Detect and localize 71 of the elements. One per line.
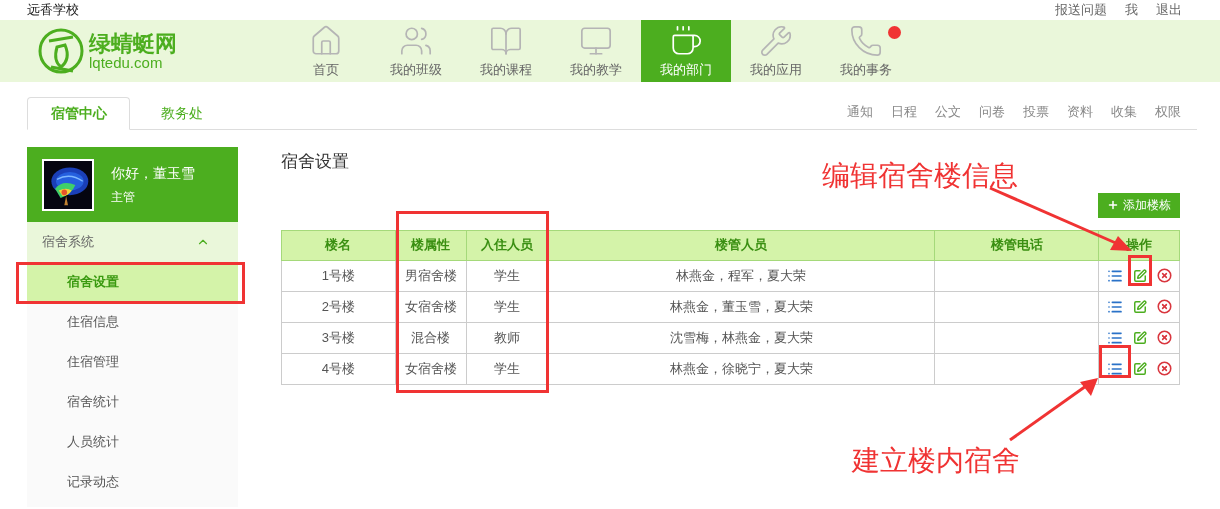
table-cell: 林燕金，徐晓宁，夏大荣 bbox=[548, 353, 935, 384]
top-link[interactable]: 我 bbox=[1125, 0, 1138, 20]
tab[interactable]: 教务处 bbox=[130, 97, 233, 130]
sidebar-item[interactable]: 宿舍统计 bbox=[27, 382, 238, 422]
delete-icon[interactable] bbox=[1156, 268, 1172, 283]
nav-item[interactable]: 我的班级 bbox=[371, 20, 461, 82]
sidebar-item[interactable]: 住宿管理 bbox=[27, 342, 238, 382]
sidebar-item[interactable]: 宿舍设置 bbox=[27, 262, 238, 302]
phone-icon bbox=[849, 23, 883, 58]
module-link[interactable]: 日程 bbox=[891, 101, 917, 121]
edit-icon[interactable] bbox=[1132, 330, 1147, 345]
logo-icon bbox=[37, 27, 85, 75]
top-link[interactable]: 报送问题 bbox=[1055, 0, 1107, 20]
nav-item[interactable]: 我的教学 bbox=[551, 20, 641, 82]
nav-label: 我的部门 bbox=[660, 60, 712, 79]
user-role: 主管 bbox=[111, 189, 136, 206]
home-icon bbox=[309, 23, 343, 58]
sidebar-item[interactable]: 人员统计 bbox=[27, 422, 238, 462]
nav-item[interactable]: 我的应用 bbox=[731, 20, 821, 82]
highlight-frame bbox=[1099, 345, 1131, 378]
annotation-label: 编辑宿舍楼信息 bbox=[822, 159, 1018, 193]
menu-group[interactable]: 宿舍系统 bbox=[27, 222, 238, 262]
module-link[interactable]: 公文 bbox=[935, 101, 961, 121]
table-cell: 林燕金，董玉雪，夏大荣 bbox=[548, 291, 935, 322]
column-header: 楼名 bbox=[281, 230, 396, 260]
table-cell: 沈雪梅，林燕金，夏大荣 bbox=[548, 322, 935, 353]
nav-item[interactable]: 我的部门 bbox=[641, 20, 731, 82]
module-link[interactable]: 投票 bbox=[1023, 101, 1049, 121]
nav-item[interactable]: 首页 bbox=[281, 20, 371, 82]
nav-label: 我的教学 bbox=[570, 60, 622, 79]
column-header: 楼管人员 bbox=[548, 230, 935, 260]
cup-icon bbox=[669, 23, 703, 58]
add-building-button[interactable]: 添加楼栋 bbox=[1098, 192, 1180, 218]
nav-item[interactable]: 我的课程 bbox=[461, 20, 551, 82]
annotation-label: 建立楼内宿舍 bbox=[852, 444, 1020, 478]
module-link[interactable]: 权限 bbox=[1155, 101, 1181, 121]
plus-icon bbox=[1107, 199, 1119, 211]
sidebar-item[interactable]: 记录动态 bbox=[27, 462, 238, 502]
wrench-icon bbox=[759, 23, 793, 58]
logo-name: 绿蜻蜓网 bbox=[89, 32, 177, 55]
tab[interactable]: 宿管中心 bbox=[27, 97, 130, 130]
nav-label: 我的应用 bbox=[750, 60, 802, 79]
table-cell: 2号楼 bbox=[281, 291, 396, 322]
school-name: 远香学校 bbox=[27, 1, 79, 20]
top-link[interactable]: 退出 bbox=[1156, 0, 1182, 20]
table-cell: 林燕金，程军，夏大荣 bbox=[548, 260, 935, 291]
edit-icon[interactable] bbox=[1132, 268, 1147, 283]
module-link[interactable]: 通知 bbox=[847, 101, 873, 121]
table-cell: 3号楼 bbox=[281, 322, 396, 353]
table-cell: 4号楼 bbox=[281, 353, 396, 384]
greeting: 你好，董玉雪 bbox=[111, 164, 195, 183]
table-cell: 1号楼 bbox=[281, 260, 396, 291]
group-label: 宿舍系统 bbox=[42, 233, 94, 252]
column-header: 楼管电话 bbox=[934, 230, 1099, 260]
nav-item[interactable]: 我的事务 bbox=[821, 20, 911, 82]
highlight-frame bbox=[1128, 255, 1152, 286]
delete-icon[interactable] bbox=[1156, 299, 1172, 314]
nav-label: 我的事务 bbox=[840, 60, 892, 79]
module-link[interactable]: 收集 bbox=[1111, 101, 1137, 121]
column-header: 入住人员 bbox=[466, 230, 549, 260]
edit-icon[interactable] bbox=[1132, 299, 1147, 314]
nav-label: 我的班级 bbox=[390, 60, 442, 79]
delete-icon[interactable] bbox=[1156, 361, 1172, 376]
logo-domain: lqtedu.com bbox=[89, 54, 163, 70]
delete-icon[interactable] bbox=[1156, 330, 1172, 345]
nav-label: 我的课程 bbox=[480, 60, 532, 79]
module-link[interactable]: 资料 bbox=[1067, 101, 1093, 121]
module-link[interactable]: 问卷 bbox=[979, 101, 1005, 121]
sidebar-item[interactable]: 住宿信息 bbox=[27, 302, 238, 342]
edit-icon[interactable] bbox=[1132, 361, 1147, 376]
nav-label: 首页 bbox=[313, 60, 339, 79]
